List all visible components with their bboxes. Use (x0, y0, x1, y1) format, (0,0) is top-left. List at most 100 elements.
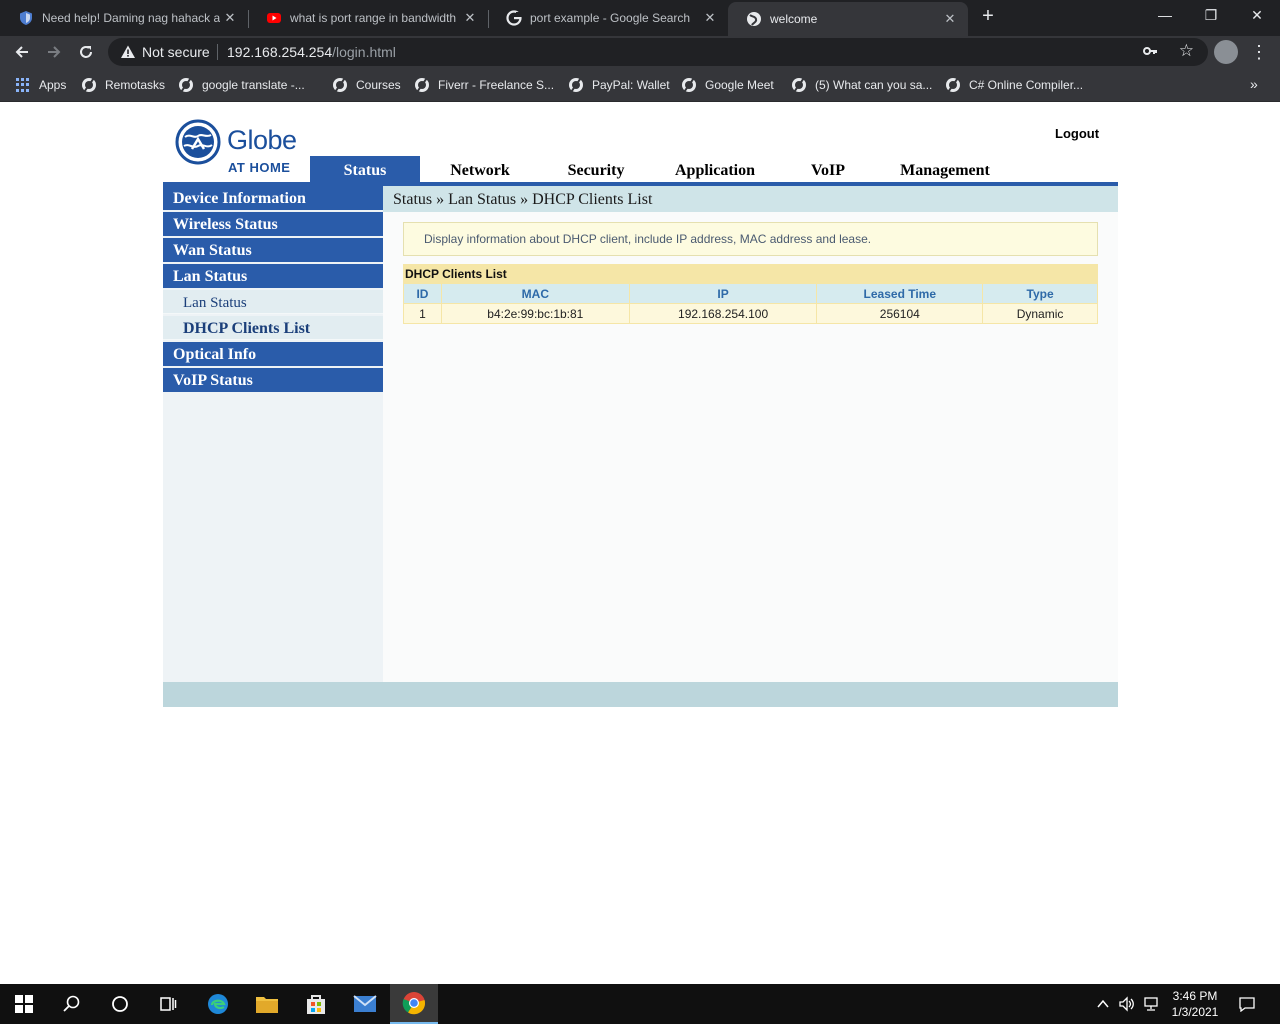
forward-arrow-icon[interactable] (42, 40, 66, 64)
bookmark-item[interactable]: PayPal: Wallet (569, 76, 670, 94)
logout-link[interactable]: Logout (1055, 126, 1099, 141)
sidebar-item-voip-status[interactable]: VoIP Status (163, 368, 383, 392)
column-header-id: ID (403, 283, 442, 304)
bookmark-item[interactable]: C# Online Compiler... (946, 76, 1083, 94)
sidebar-subitem-dhcp-clients-list[interactable]: DHCP Clients List (163, 316, 383, 340)
close-tab-icon[interactable]: ✕ (940, 11, 960, 27)
browser-tab-4[interactable]: welcome ✕ (728, 2, 968, 36)
tab-title: what is port range in bandwidth (290, 11, 457, 25)
bookmark-apps[interactable]: Apps (16, 76, 66, 94)
search-icon[interactable] (48, 984, 96, 1024)
globe-icon (333, 78, 347, 92)
youtube-favicon-icon (266, 10, 282, 26)
content-panel: Status » Lan Status » DHCP Clients List … (383, 186, 1118, 682)
bookmark-item[interactable]: Google Meet (682, 76, 774, 94)
bookmark-item[interactable]: Courses (333, 76, 401, 94)
tab-voip[interactable]: VoIP (788, 156, 868, 182)
taskbar-clock[interactable]: 3:46 PM 1/3/2021 (1160, 988, 1230, 1020)
bookmark-label: (5) What can you sa... (815, 78, 933, 92)
browser-tab-1[interactable]: Need help! Daming nag hahack a ✕ (0, 0, 248, 36)
cell-id: 1 (403, 303, 442, 324)
globe-icon (179, 78, 193, 92)
task-view-icon[interactable] (144, 984, 192, 1024)
close-tab-icon[interactable]: ✕ (700, 10, 720, 26)
bookmark-item[interactable]: Fiverr - Freelance S... (415, 76, 554, 94)
warning-triangle-icon[interactable] (120, 44, 136, 65)
bookmark-item[interactable]: Remotasks (82, 76, 165, 94)
close-tab-icon[interactable]: ✕ (460, 10, 480, 26)
omnibox-divider (217, 44, 218, 60)
edge-icon[interactable] (194, 984, 242, 1024)
security-label[interactable]: Not secure (142, 44, 210, 60)
cortana-icon[interactable] (96, 984, 144, 1024)
key-icon[interactable] (1142, 43, 1158, 62)
tab-network[interactable]: Network (430, 156, 530, 182)
reload-icon[interactable] (74, 40, 98, 64)
sidebar-subitem-lan-status[interactable]: Lan Status (163, 290, 383, 314)
bookmark-label: Fiverr - Freelance S... (438, 78, 555, 92)
store-icon[interactable] (292, 984, 340, 1024)
bookmark-star-icon[interactable]: ☆ (1179, 41, 1194, 61)
windows-taskbar: 3:46 PM 1/3/2021 (0, 984, 1280, 1024)
tab-title: welcome (770, 12, 818, 26)
globe-logo-icon (175, 119, 221, 165)
notifications-icon[interactable] (1238, 984, 1256, 1024)
file-explorer-icon[interactable] (243, 984, 291, 1024)
volume-icon[interactable] (1118, 984, 1136, 1024)
cell-type: Dynamic (982, 303, 1098, 324)
network-icon[interactable] (1142, 984, 1160, 1024)
tab-title: port example - Google Search (530, 11, 691, 25)
sidebar-item-wan-status[interactable]: Wan Status (163, 238, 383, 262)
sidebar-item-device-information[interactable]: Device Information (163, 186, 383, 210)
address-bar[interactable]: Not secure 192.168.254.254/login.html ☆ (108, 38, 1208, 66)
browser-tab-3[interactable]: port example - Google Search ✕ (488, 0, 728, 36)
clock-time: 3:46 PM (1172, 989, 1218, 1003)
url-text[interactable]: 192.168.254.254/login.html (227, 44, 396, 60)
column-header-ip: IP (628, 283, 818, 304)
new-tab-button[interactable]: + (976, 4, 1000, 28)
bookmark-label: Courses (356, 78, 401, 92)
show-hidden-icons-icon[interactable] (1096, 984, 1110, 1024)
tab-management[interactable]: Management (890, 156, 1000, 182)
restore-button[interactable]: ❐ (1188, 0, 1234, 32)
bookmark-item[interactable]: google translate -... (179, 76, 305, 94)
google-favicon-icon (506, 10, 522, 26)
start-icon[interactable] (0, 984, 48, 1024)
browser-toolbar: Not secure 192.168.254.254/login.html ☆ … (0, 36, 1280, 68)
shield-favicon-icon (18, 10, 34, 26)
globe-logo: Globe AT HOME (175, 119, 305, 179)
table-title: DHCP Clients List (403, 264, 1098, 283)
tab-status[interactable]: Status (310, 156, 420, 182)
bookmarks-bar: Apps Remotasks google translate -... Cou… (0, 68, 1280, 102)
bookmark-item[interactable]: (5) What can you sa... (792, 76, 932, 94)
globe-icon (946, 78, 960, 92)
cell-ip: 192.168.254.100 (628, 303, 818, 324)
globe-icon (792, 78, 806, 92)
tab-application[interactable]: Application (660, 156, 770, 182)
more-menu-icon[interactable]: ⋮ (1250, 40, 1268, 64)
close-tab-icon[interactable]: ✕ (220, 10, 240, 26)
close-window-button[interactable]: ✕ (1234, 0, 1280, 32)
bookmark-label: google translate -... (202, 78, 305, 92)
brand-subtitle: AT HOME (228, 160, 291, 175)
apps-grid-icon (16, 78, 30, 92)
profile-avatar[interactable] (1214, 40, 1238, 64)
bookmark-label: PayPal: Wallet (592, 78, 670, 92)
globe-favicon-icon (746, 11, 762, 27)
sidebar-item-lan-status[interactable]: Lan Status (163, 264, 383, 288)
sidebar-item-wireless-status[interactable]: Wireless Status (163, 212, 383, 236)
bookmark-label: Apps (39, 78, 67, 92)
mail-icon[interactable] (341, 984, 389, 1024)
bookmarks-overflow-button[interactable]: » (1250, 76, 1258, 92)
browser-tab-2[interactable]: what is port range in bandwidth ✕ (248, 0, 488, 36)
chrome-icon[interactable] (390, 984, 438, 1024)
sidebar: Device Information Wireless Status Wan S… (163, 186, 383, 682)
tab-security[interactable]: Security (546, 156, 646, 182)
url-path: /login.html (332, 44, 396, 60)
minimize-button[interactable]: — (1142, 0, 1188, 32)
back-arrow-icon[interactable] (10, 40, 34, 64)
sidebar-item-optical-info[interactable]: Optical Info (163, 342, 383, 366)
dhcp-clients-table: ID MAC IP Leased Time Type 1 b4:2e:99:bc… (403, 283, 1098, 324)
table-row: 1 b4:2e:99:bc:1b:81 192.168.254.100 2561… (403, 303, 1098, 324)
table-header-row: ID MAC IP Leased Time Type (403, 283, 1098, 304)
